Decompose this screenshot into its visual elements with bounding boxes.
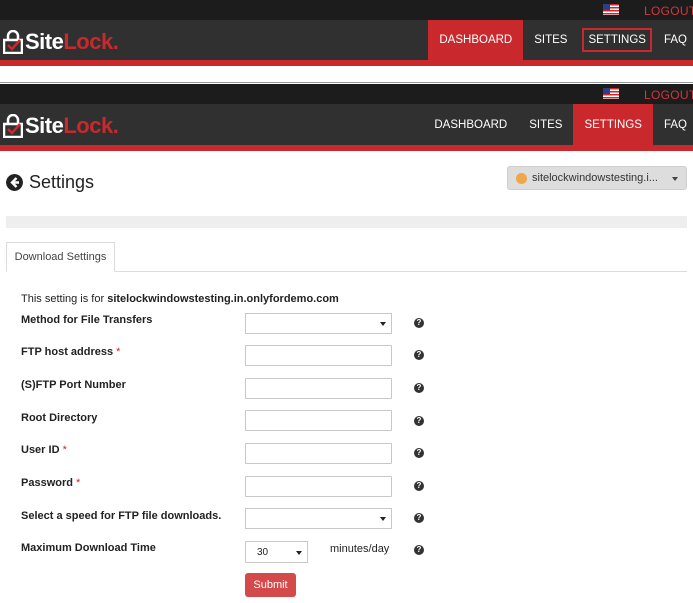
tab-download-settings[interactable]: Download Settings	[6, 242, 115, 272]
help-icon[interactable]: ?	[414, 318, 424, 328]
sitelock-logo[interactable]: SiteLock.	[3, 28, 119, 56]
header-red-stripe	[0, 145, 693, 151]
lock-logo-icon	[3, 30, 23, 54]
speed-label: Select a speed for FTP file downloads.	[21, 510, 222, 522]
nav-dashboard[interactable]: DASHBOARD	[428, 20, 524, 60]
header-utility-bar	[0, 0, 693, 20]
port-label: (S)FTP Port Number	[21, 379, 126, 391]
caret-down-icon	[380, 517, 386, 521]
nav-faq[interactable]: FAQ	[653, 104, 693, 145]
max-time-value: 30	[257, 547, 269, 558]
logo-text: SiteLock.	[25, 29, 119, 54]
logout-link[interactable]: LOGOUT	[644, 4, 693, 18]
settings-scope-text: This setting is for sitelockwindowstesti…	[21, 293, 339, 305]
method-label: Method for File Transfers	[21, 314, 153, 326]
nav-dashboard[interactable]: DASHBOARD	[423, 104, 518, 145]
user-label: User ID *	[21, 444, 67, 456]
max-time-label: Maximum Download Time	[21, 542, 156, 554]
nav-sites[interactable]: SITES	[518, 104, 573, 145]
speed-select[interactable]	[245, 508, 392, 529]
caret-down-icon	[296, 551, 302, 555]
help-icon[interactable]: ?	[414, 448, 424, 458]
us-flag-icon[interactable]	[603, 88, 619, 99]
help-icon[interactable]: ?	[414, 513, 424, 523]
ftp-host-input[interactable]	[245, 345, 392, 366]
help-icon[interactable]: ?	[414, 350, 424, 360]
nav-settings[interactable]: SETTINGS	[573, 104, 653, 145]
max-time-unit: minutes/day	[330, 543, 390, 555]
site-status-dot	[516, 172, 527, 184]
root-directory-input[interactable]	[245, 410, 392, 431]
root-label: Root Directory	[21, 412, 98, 424]
page-title: Settings	[29, 172, 95, 192]
page-header: Settings	[6, 172, 94, 193]
header-utility-bar	[0, 84, 693, 104]
help-icon[interactable]: ?	[414, 416, 424, 426]
logout-link[interactable]: LOGOUT	[644, 88, 693, 102]
ftp-port-input[interactable]	[245, 378, 392, 399]
main-nav: DASHBOARD SITES SETTINGS FAQ	[428, 20, 693, 60]
notice-bar	[6, 216, 687, 228]
header-top: LOGOUT SiteLock. DASHBOARD SITES SETTING…	[0, 0, 693, 66]
us-flag-icon[interactable]	[603, 4, 619, 15]
arrow-left-circle-icon[interactable]	[6, 174, 23, 191]
max-time-select[interactable]: 30	[245, 541, 308, 563]
header-red-stripe	[0, 60, 693, 66]
nav-faq[interactable]: FAQ	[656, 20, 693, 60]
caret-down-icon	[380, 322, 386, 326]
site-selector[interactable]: sitelockwindowstesting.i...	[507, 166, 687, 190]
header-main: LOGOUT SiteLock. DASHBOARD SITES SETTING…	[0, 84, 693, 151]
user-id-input[interactable]	[245, 443, 392, 464]
submit-button[interactable]: Submit	[245, 573, 296, 597]
main-nav: DASHBOARD SITES SETTINGS FAQ	[423, 104, 693, 145]
host-label: FTP host address *	[21, 346, 121, 358]
help-icon[interactable]: ?	[414, 545, 424, 555]
help-icon[interactable]: ?	[414, 481, 424, 491]
caret-down-icon	[672, 177, 678, 181]
password-label: Password *	[21, 477, 81, 489]
help-icon[interactable]: ?	[414, 383, 424, 393]
password-input[interactable]	[245, 476, 392, 497]
method-select[interactable]	[245, 313, 392, 334]
nav-settings[interactable]: SETTINGS	[578, 20, 656, 60]
sitelock-logo[interactable]: SiteLock.	[3, 112, 119, 140]
divider	[0, 82, 693, 83]
nav-sites[interactable]: SITES	[523, 20, 578, 60]
site-selector-value: sitelockwindowstesting.i...	[532, 172, 658, 184]
logo-text: SiteLock.	[25, 113, 119, 138]
lock-logo-icon	[3, 114, 23, 138]
